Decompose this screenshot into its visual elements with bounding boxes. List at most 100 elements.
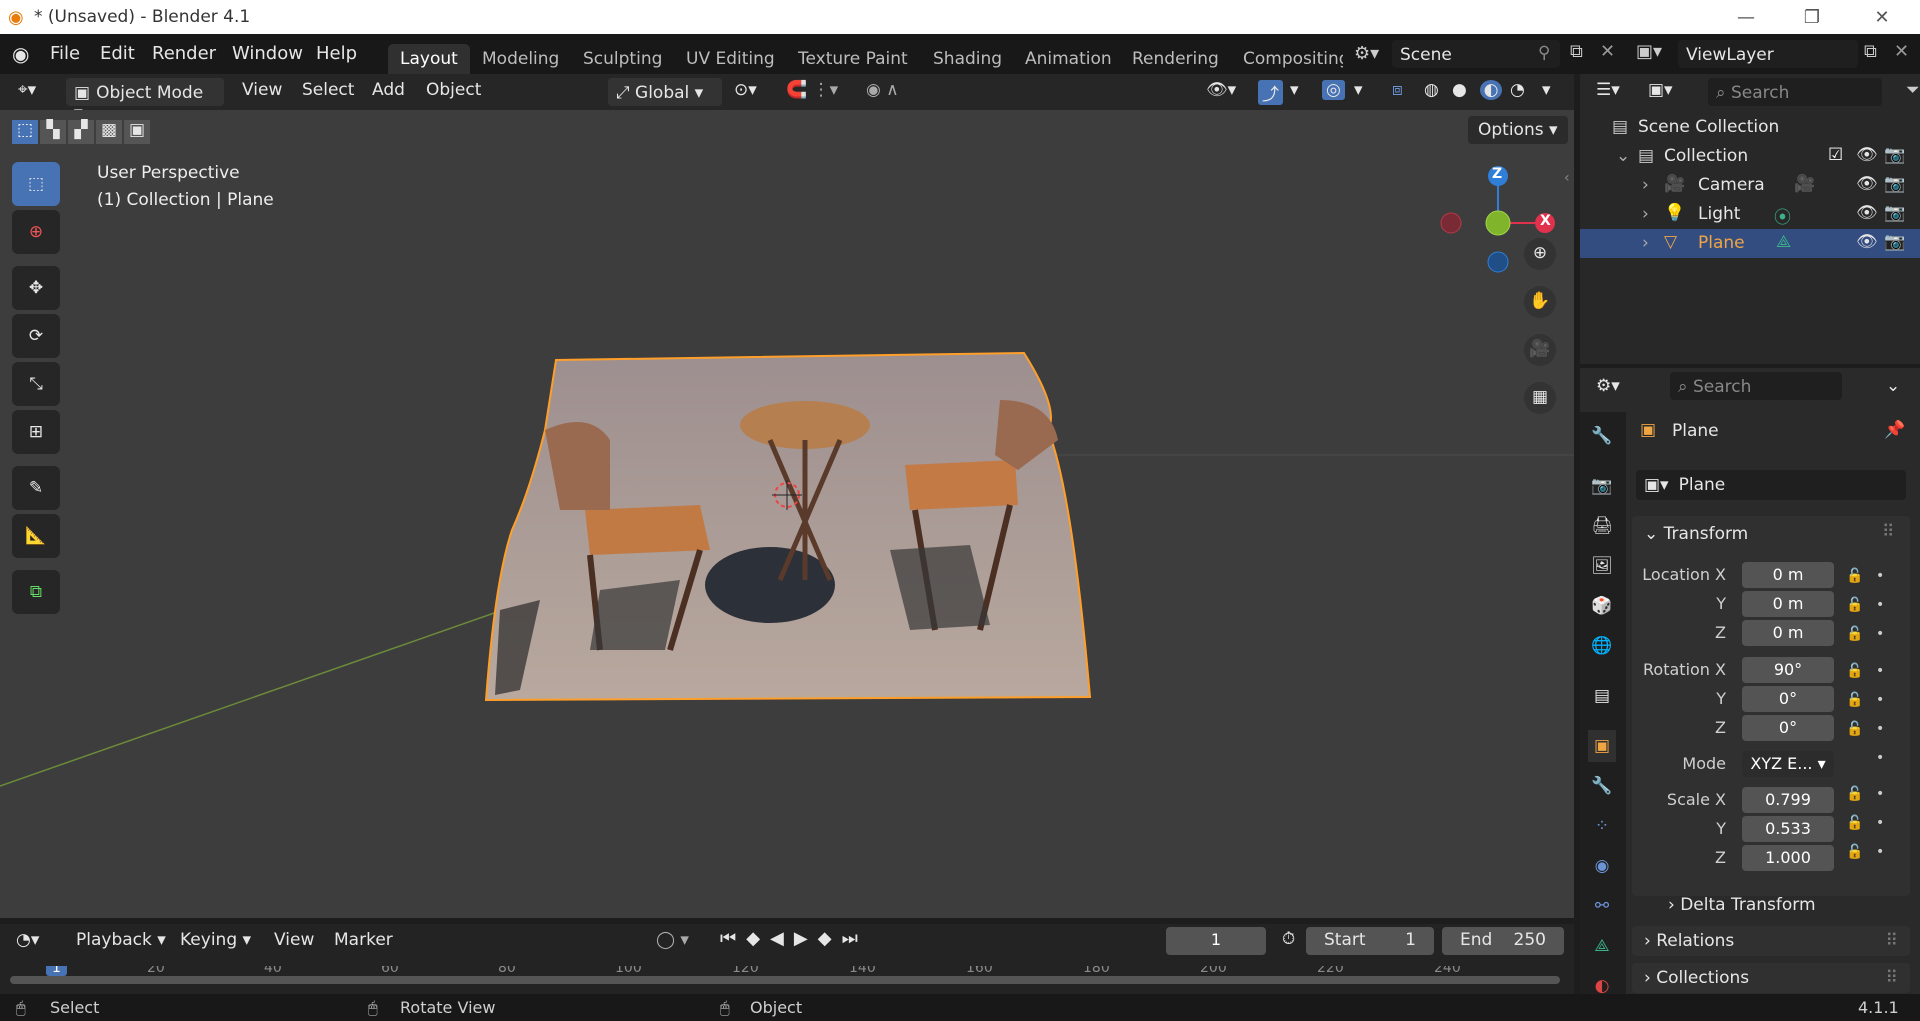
jump-start-icon[interactable]: ⏮ — [720, 928, 736, 949]
camera-render-icon[interactable]: 📷 — [1884, 145, 1905, 165]
rotation-y-field[interactable]: 0° — [1742, 686, 1834, 712]
add-menu[interactable]: Add — [372, 80, 405, 100]
relations-panel[interactable]: › Relations ⠿ — [1632, 926, 1910, 956]
eye-icon[interactable]: 👁 — [1856, 145, 1878, 165]
wireframe-shading-icon[interactable]: ◍ — [1424, 80, 1439, 100]
scale-z-field[interactable]: 1.000 — [1742, 845, 1834, 871]
object-menu[interactable]: Object — [426, 80, 481, 100]
properties-options-icon[interactable]: ⌄ — [1886, 376, 1900, 396]
move-tool[interactable]: ✥ — [12, 266, 60, 310]
outliner-display-icon[interactable]: ▣▾ — [1648, 80, 1673, 100]
keyframe-dot-icon[interactable]: • — [1876, 780, 1890, 809]
scale-x-field[interactable]: 0.799 — [1742, 787, 1834, 813]
modifier-tab-icon[interactable]: 🔧 — [1588, 770, 1616, 802]
properties-editor-icon[interactable]: ⚙▾ — [1596, 376, 1620, 396]
delta-transform-header[interactable]: › Delta Transform — [1668, 895, 1816, 915]
select-new-icon[interactable]: ⬚ — [12, 120, 38, 144]
tab-shading[interactable]: Shading — [921, 44, 1014, 74]
timeline-view-menu[interactable]: View — [274, 930, 314, 950]
object-datablock-field[interactable]: ▣▾ Plane — [1636, 470, 1906, 500]
new-viewlayer-icon[interactable]: ⧉ — [1864, 41, 1877, 62]
play-reverse-icon[interactable]: ◀ — [770, 928, 784, 949]
gizmo-x-label[interactable]: X — [1540, 213, 1551, 229]
play-icon[interactable]: ▶ — [794, 928, 808, 949]
drag-handle-icon[interactable]: ⠿ — [1886, 968, 1898, 988]
annotate-tool[interactable]: ✎ — [12, 466, 60, 510]
tab-rendering[interactable]: Rendering — [1120, 44, 1231, 74]
rotate-tool[interactable]: ⟳ — [12, 314, 60, 358]
keyframe-dot-icon[interactable]: • — [1876, 591, 1890, 620]
physics-tab-icon[interactable]: ◉ — [1588, 850, 1616, 882]
lock-icon[interactable]: 🔓 — [1846, 686, 1866, 715]
scene-collection-row[interactable]: ▤ Scene Collection — [1580, 113, 1920, 142]
collections-panel[interactable]: › Collections ⠿ — [1632, 963, 1910, 993]
camera-data-icon[interactable]: 🎥 — [1794, 174, 1815, 194]
mesh-data-icon[interactable]: ⟁ — [1776, 232, 1791, 252]
lock-icon[interactable]: 🔓 — [1846, 591, 1866, 620]
drag-handle-icon[interactable]: ⠿ — [1886, 931, 1898, 951]
select-box-tool[interactable]: ⬚ — [12, 162, 60, 206]
shading-dropdown-icon[interactable]: ▾ — [1542, 80, 1551, 100]
current-frame-field[interactable]: 1 — [1166, 927, 1266, 955]
next-keyframe-icon[interactable]: ◆ — [818, 928, 832, 949]
auto-keying-icon[interactable]: ◯ ▾ — [656, 930, 689, 950]
overlay-dropdown-icon[interactable]: ▾ — [1354, 80, 1363, 100]
close-button[interactable]: ✕ — [1854, 0, 1910, 34]
gizmo-dropdown-icon[interactable]: ▾ — [1290, 80, 1299, 100]
keyframe-dot-icon[interactable]: • — [1876, 562, 1890, 591]
restore-button[interactable]: ❐ — [1784, 0, 1840, 34]
tool-tab-icon[interactable]: 🔧 — [1588, 420, 1616, 452]
render-tab-icon[interactable]: 📷 — [1588, 470, 1616, 502]
menu-render[interactable]: Render — [152, 43, 216, 64]
outliner-item-camera[interactable]: › 🎥 Camera 🎥 👁 📷 — [1580, 171, 1920, 200]
select-extend-icon[interactable]: ▚ — [40, 120, 66, 144]
keyframe-dot-icon[interactable]: • — [1876, 744, 1890, 773]
keyframe-dot-icon[interactable]: • — [1876, 620, 1890, 649]
particles-tab-icon[interactable]: ⁘ — [1588, 810, 1616, 842]
menu-help[interactable]: Help — [316, 43, 357, 64]
select-invert-icon[interactable]: ▩ — [96, 120, 122, 144]
camera-view-icon[interactable]: 🎥 — [1524, 334, 1556, 366]
start-frame-field[interactable]: Start 1 — [1306, 927, 1434, 955]
options-button[interactable]: Options ▾ — [1468, 116, 1568, 144]
tab-animation[interactable]: Animation — [1013, 44, 1124, 74]
scale-tool[interactable]: ⤡ — [12, 362, 60, 406]
tab-texture-paint[interactable]: Texture Paint — [786, 44, 920, 74]
outliner-search[interactable]: ⌕ Search — [1708, 78, 1882, 106]
prev-keyframe-icon[interactable]: ◆ — [746, 928, 760, 949]
location-z-field[interactable]: 0 m — [1742, 620, 1834, 646]
chevron-right-icon[interactable]: › — [1642, 233, 1649, 253]
keyframe-dot-icon[interactable]: • — [1876, 809, 1890, 838]
lock-icon[interactable]: 🔓 — [1846, 838, 1866, 867]
gizmo-z-label[interactable]: Z — [1492, 166, 1502, 182]
camera-render-icon[interactable]: 📷 — [1884, 174, 1905, 194]
orientation-dropdown[interactable]: ⤢ Global ▾ — [608, 78, 722, 106]
cursor-tool[interactable]: ⊕ — [12, 210, 60, 254]
constraints-tab-icon[interactable]: ⚯ — [1588, 890, 1616, 922]
rendered-shading-icon[interactable]: ◔ — [1510, 80, 1525, 100]
new-scene-icon[interactable]: ⧉ — [1570, 41, 1583, 62]
xray-icon[interactable]: ⧈ — [1392, 80, 1403, 100]
data-tab-icon[interactable]: ⟁ — [1588, 930, 1616, 962]
lock-icon[interactable]: 🔓 — [1846, 715, 1866, 744]
lock-icon[interactable]: 🔓 — [1846, 657, 1866, 686]
outliner-editor-icon[interactable]: ☰▾ — [1596, 80, 1620, 100]
3d-viewport[interactable]: Z X User Perspective (1) Collection | Pl… — [0, 110, 1574, 918]
lock-icon[interactable]: 🔓 — [1846, 780, 1866, 809]
camera-render-icon[interactable]: 📷 — [1884, 232, 1905, 252]
timeline-editor-icon[interactable]: ◔▾ — [16, 930, 39, 950]
pin-icon[interactable]: ⚲ — [1538, 43, 1550, 63]
checkbox-icon[interactable]: ☑ — [1828, 145, 1843, 165]
rotation-z-field[interactable]: 0° — [1742, 715, 1834, 741]
proportional-edit-icon[interactable]: ◉ ∧ — [866, 80, 899, 100]
object-tab-icon[interactable]: ▣ — [1588, 730, 1616, 762]
viewlayer-icon[interactable]: ▣▾ — [1636, 41, 1662, 62]
pin-icon[interactable]: 📌 — [1884, 420, 1905, 440]
preview-range-icon[interactable]: ⏱ — [1282, 929, 1295, 949]
add-cube-tool[interactable]: ⧉ — [12, 570, 60, 614]
keyframe-dot-icon[interactable]: • — [1876, 838, 1890, 867]
rotation-mode-dropdown[interactable]: XYZ E... ▾ — [1742, 751, 1834, 777]
material-shading-icon[interactable]: ◐ — [1480, 80, 1502, 100]
select-subtract-icon[interactable]: ▞ — [68, 120, 94, 144]
lock-icon[interactable]: 🔓 — [1846, 562, 1866, 591]
